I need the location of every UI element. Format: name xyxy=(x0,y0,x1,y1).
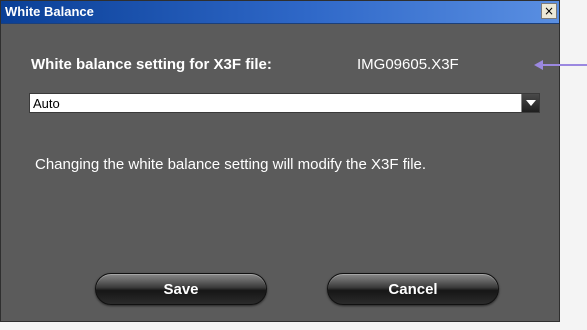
info-message: Changing the white balance setting will … xyxy=(35,156,427,173)
window-title: White Balance xyxy=(5,4,94,19)
save-button[interactable]: Save xyxy=(95,273,267,305)
setting-label: White balance setting for X3F file: xyxy=(31,56,272,73)
white-balance-dialog: White Balance × White balance setting fo… xyxy=(0,0,560,322)
select-value: Auto xyxy=(33,96,60,111)
white-balance-select[interactable]: Auto xyxy=(29,93,540,113)
chevron-down-icon xyxy=(526,100,536,106)
close-icon[interactable]: × xyxy=(541,3,557,19)
titlebar: White Balance × xyxy=(1,1,559,24)
filename: IMG09605.X3F xyxy=(357,56,459,73)
arrow-left-icon xyxy=(534,60,587,70)
dropdown-button[interactable] xyxy=(521,94,539,112)
cancel-button[interactable]: Cancel xyxy=(327,273,499,305)
